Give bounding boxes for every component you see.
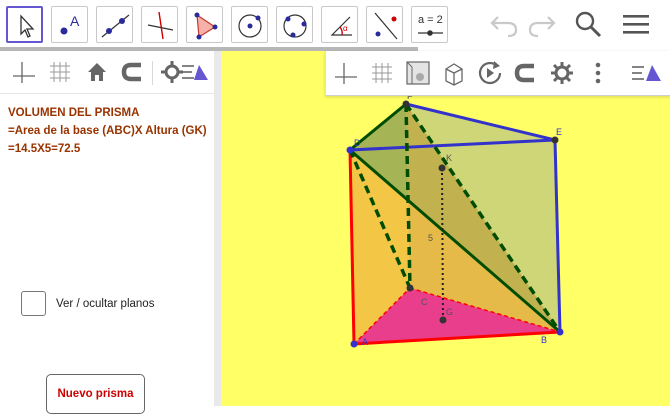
style-bar-separator (152, 61, 153, 85)
grid-icon (50, 62, 70, 82)
toggle-style-bar-button[interactable] (180, 58, 208, 86)
circle-center-icon (238, 14, 262, 38)
circle-three-points-icon (283, 14, 307, 38)
point-a[interactable] (350, 340, 358, 348)
point-tool-letter: A (70, 13, 80, 29)
line-icon (101, 14, 130, 38)
more-options-button[interactable] (584, 59, 612, 87)
magnet-icon (121, 62, 141, 82)
perpendicular-line-icon (147, 11, 174, 40)
point-tool-button[interactable]: A (51, 6, 88, 43)
label-d: D (354, 138, 361, 148)
polygon-icon (194, 12, 218, 40)
prism-drawing: A B C D E F G K 5 (346, 91, 564, 348)
line-tool-button[interactable] (96, 6, 133, 43)
search-button[interactable] (572, 8, 604, 45)
gv-toggle-style-bar-button[interactable] (630, 59, 661, 87)
slider-tool-button[interactable]: a = 2 (411, 6, 448, 43)
reflect-icon (374, 12, 398, 40)
grid-icon (372, 63, 392, 83)
perpendicular-line-tool-button[interactable] (141, 6, 178, 43)
style-bar-toggle-icon (632, 65, 661, 81)
magnet-icon (514, 63, 534, 83)
height-value-label: 5 (428, 233, 433, 243)
angle-icon: α (330, 16, 352, 36)
circle-through-points-tool-button[interactable] (276, 6, 313, 43)
volume-result: =14.5X5=72.5 (8, 143, 81, 155)
main-menu-button[interactable] (620, 8, 652, 45)
gv-point-capturing-button[interactable] (512, 59, 540, 87)
label-a: A (362, 337, 368, 347)
move-tool-button[interactable] (6, 6, 43, 43)
gv-show-grid-button[interactable] (368, 59, 396, 87)
view-resize-handle[interactable] (214, 51, 221, 406)
standard-view-button[interactable] (83, 58, 111, 86)
cube-icon (445, 63, 463, 86)
main-toolbar: A α a = 2 (0, 0, 670, 48)
polygon-tool-button[interactable] (186, 6, 223, 43)
point-capturing-button[interactable] (119, 58, 147, 86)
undo-button[interactable] (488, 8, 520, 45)
rotate-view-button[interactable] (476, 59, 504, 87)
point-d[interactable] (346, 146, 354, 154)
label-k: K (446, 153, 452, 163)
point-c[interactable] (406, 284, 414, 292)
slider-icon (418, 30, 443, 36)
clipping-cube-button[interactable] (440, 59, 468, 87)
svg-text:α: α (343, 24, 348, 33)
toggle-planes-label: Ver / ocultar planos (56, 298, 155, 310)
algebra-view (0, 51, 214, 406)
point-g[interactable] (439, 316, 447, 324)
circle-center-point-tool-button[interactable] (231, 6, 268, 43)
more-vertical-icon (595, 62, 601, 84)
label-g: G (446, 307, 453, 317)
show-plane-button[interactable] (404, 59, 432, 87)
label-e: E (556, 127, 562, 137)
label-c: C (421, 297, 428, 307)
rotate-icon (478, 61, 502, 85)
redo-button[interactable] (526, 8, 558, 45)
axes-icon (13, 62, 35, 83)
point-k[interactable] (438, 164, 446, 172)
cursor-arrow-icon (20, 14, 35, 38)
graphics-view[interactable]: A B C D E F G K 5 (221, 51, 670, 406)
hamburger-menu-icon (623, 15, 649, 34)
graphics-style-bar (325, 51, 670, 96)
point-e[interactable] (551, 136, 559, 144)
home-icon (88, 63, 106, 81)
new-prism-button[interactable]: Nuevo prisma (46, 374, 145, 414)
graphics-settings-button[interactable] (548, 59, 576, 87)
angle-tool-button[interactable]: α (321, 6, 358, 43)
show-axes-button[interactable] (10, 58, 38, 86)
redo-icon (528, 16, 556, 38)
point-b[interactable] (556, 328, 564, 336)
search-icon (575, 11, 602, 38)
undo-icon (490, 16, 518, 38)
axes-icon (335, 63, 357, 84)
volume-formula: =Area de la base (ABC)X Altura (GK) (8, 125, 207, 137)
gv-show-axes-button[interactable] (332, 59, 360, 87)
gear-icon (551, 62, 573, 84)
style-bar-toggle-icon (182, 65, 208, 80)
algebra-view-style-bar (0, 51, 214, 94)
volume-title: VOLUMEN DEL PRISMA (8, 107, 140, 119)
show-grid-button[interactable] (46, 58, 74, 86)
label-b: B (541, 335, 547, 345)
reflect-tool-button[interactable] (366, 6, 403, 43)
point-f[interactable] (402, 100, 410, 108)
toggle-planes-checkbox[interactable] (21, 291, 46, 316)
plane-icon (406, 61, 430, 85)
